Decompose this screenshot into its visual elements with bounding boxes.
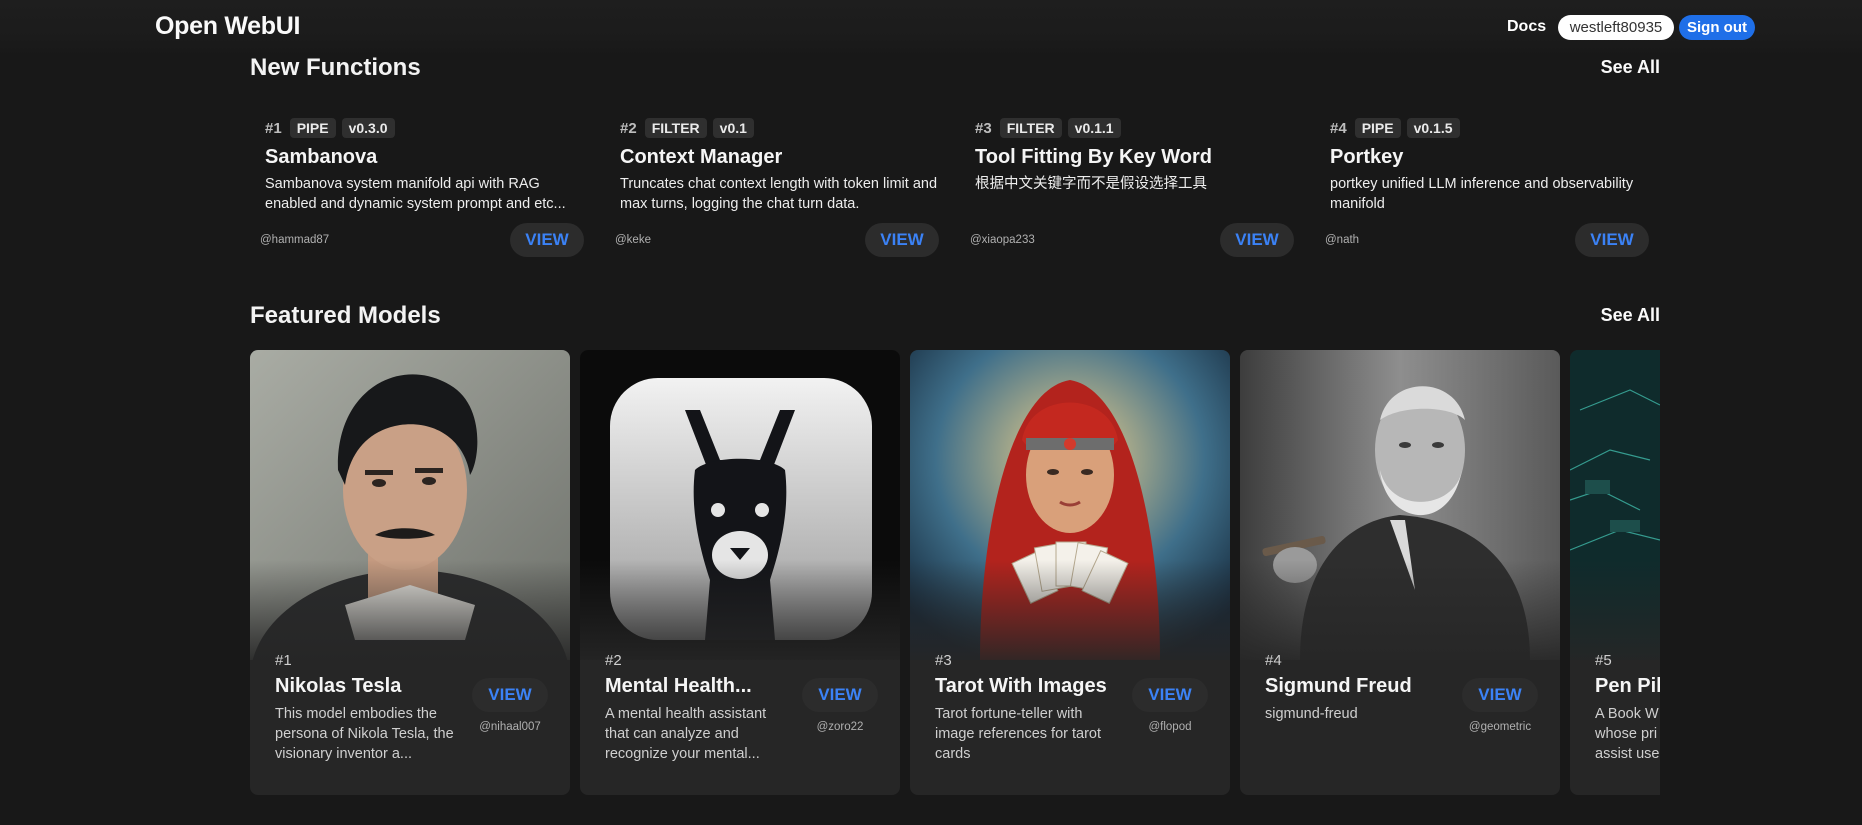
model-rank: #2 [605, 652, 622, 669]
function-card[interactable]: #1 PIPE v0.3.0 Sambanova Sambanova syste… [250, 110, 595, 260]
view-model-button[interactable]: VIEW [472, 678, 548, 712]
function-version-badge: v0.3.0 [341, 118, 395, 138]
model-card[interactable]: #5 Pen Pil A Book W whose pri assist use [1570, 350, 1660, 795]
function-rank: #3 [975, 119, 992, 137]
model-name: Mental Health... [605, 675, 752, 697]
view-function-button[interactable]: VIEW [865, 223, 939, 257]
see-all-functions-link[interactable]: See All [1601, 57, 1660, 78]
model-description: A mental health assistant that can analy… [605, 706, 767, 762]
view-model-button[interactable]: VIEW [1462, 678, 1538, 712]
model-author[interactable]: @flopod [1120, 721, 1220, 733]
function-author[interactable]: @keke [615, 234, 651, 246]
app-logo-text[interactable]: Open WebUI [155, 12, 300, 41]
function-version-badge: v0.1 [712, 118, 754, 138]
function-author[interactable]: @nath [1325, 234, 1359, 246]
model-author[interactable]: @zoro22 [790, 721, 890, 733]
function-type-badge: PIPE [289, 118, 336, 138]
see-all-models-link[interactable]: See All [1601, 305, 1660, 326]
username-pill[interactable]: westleft80935 [1558, 15, 1674, 40]
function-card[interactable]: #3 FILTER v0.1.1 Tool Fitting By Key Wor… [960, 110, 1305, 260]
functions-list: #1 PIPE v0.3.0 Sambanova Sambanova syste… [250, 110, 1660, 260]
function-rank: #4 [1330, 119, 1347, 137]
model-card[interactable]: #3 Tarot With Images Tarot fortune-telle… [910, 350, 1230, 795]
top-navigation-bar: Open WebUI Docs westleft80935 Sign out [0, 0, 1862, 56]
view-function-button[interactable]: VIEW [510, 223, 584, 257]
function-version-badge: v0.1.5 [1406, 118, 1460, 138]
function-type-badge: FILTER [999, 118, 1062, 138]
section-title-models: Featured Models [250, 302, 441, 329]
function-rank: #1 [265, 119, 282, 137]
function-type-badge: FILTER [644, 118, 707, 138]
view-function-button[interactable]: VIEW [1575, 223, 1649, 257]
model-description: sigmund-freud [1265, 706, 1358, 722]
function-author[interactable]: @hammad87 [260, 234, 329, 246]
section-title-functions: New Functions [250, 54, 421, 81]
model-rank: #4 [1265, 652, 1282, 669]
function-name: Context Manager [620, 146, 783, 168]
docs-link[interactable]: Docs [1507, 18, 1546, 36]
model-name: Nikolas Tesla [275, 675, 402, 697]
function-card[interactable]: #4 PIPE v0.1.5 Portkey portkey unified L… [1315, 110, 1660, 260]
function-version-badge: v0.1.1 [1067, 118, 1121, 138]
function-description: portkey unified LLM inference and observ… [1330, 176, 1634, 212]
function-name: Portkey [1330, 146, 1404, 168]
model-rank: #3 [935, 652, 952, 669]
model-card[interactable]: #1 Nikolas Tesla This model embodies the… [250, 350, 570, 795]
sign-out-button[interactable]: Sign out [1679, 15, 1755, 40]
function-description: 根据中文关键字而不是假设选择工具 [975, 176, 1207, 192]
function-card[interactable]: #2 FILTER v0.1 Context Manager Truncates… [605, 110, 950, 260]
function-description: Truncates chat context length with token… [620, 176, 938, 212]
view-function-button[interactable]: VIEW [1220, 223, 1294, 257]
model-name: Tarot With Images [935, 675, 1107, 697]
models-carousel: #1 Nikolas Tesla This model embodies the… [250, 350, 1660, 795]
model-description: Tarot fortune-teller with image referenc… [935, 706, 1102, 762]
model-card[interactable]: #4 Sigmund Freud sigmund-freud VIEW @geo… [1240, 350, 1560, 795]
function-author[interactable]: @xiaopa233 [970, 234, 1035, 246]
view-model-button[interactable]: VIEW [802, 678, 878, 712]
model-author[interactable]: @nihaal007 [460, 721, 560, 733]
function-name: Sambanova [265, 146, 378, 168]
function-name: Tool Fitting By Key Word [975, 146, 1213, 168]
model-name: Pen Pil [1595, 675, 1660, 697]
model-name: Sigmund Freud [1265, 675, 1412, 697]
model-rank: #5 [1595, 652, 1612, 669]
model-rank: #1 [275, 652, 292, 669]
function-type-badge: PIPE [1354, 118, 1401, 138]
model-author[interactable]: @geometric [1450, 721, 1550, 733]
model-description: A Book W whose pri assist use [1595, 706, 1660, 762]
function-rank: #2 [620, 119, 637, 137]
function-description: Sambanova system manifold api with RAG e… [265, 176, 566, 212]
view-model-button[interactable]: VIEW [1132, 678, 1208, 712]
model-card[interactable]: #2 Mental Health... A mental health assi… [580, 350, 900, 795]
model-description: This model embodies the persona of Nikol… [275, 706, 454, 762]
